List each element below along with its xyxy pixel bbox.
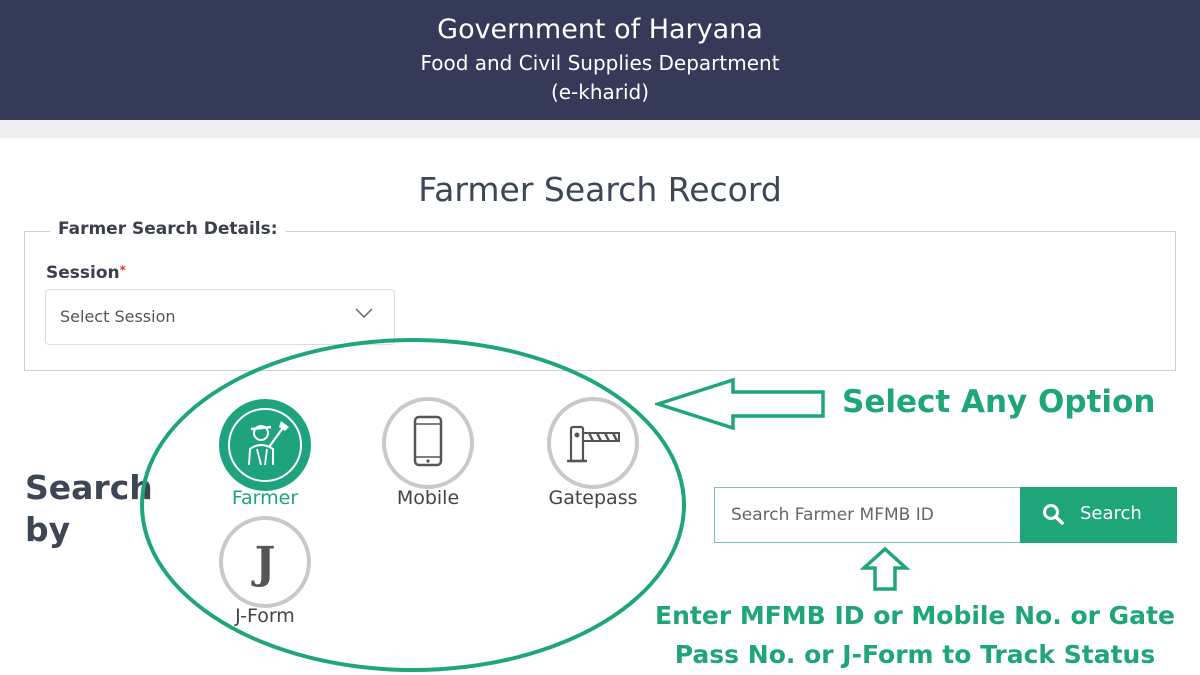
gatepass-option-label[interactable]: Gatepass [523,487,663,509]
session-label: Session* [46,263,126,283]
arrow-up-icon [860,546,910,591]
arrow-left-icon [655,378,825,430]
session-label-text: Session [46,263,120,283]
header-divider [0,120,1200,138]
gate-barrier-icon [567,425,620,463]
site-header: Government of Haryana Food and Civil Sup… [0,0,1200,120]
mobile-option-button[interactable] [382,397,474,489]
mobile-phone-icon [413,415,443,467]
farmer-option-button[interactable] [219,399,311,491]
svg-text:J: J [251,538,276,589]
gatepass-option-button[interactable] [547,397,639,489]
enter-id-line2: Pass No. or J-Form to Track Status [674,640,1156,669]
header-subtitle: (e-kharid) [550,80,650,104]
search-by-label: Search by [25,467,153,551]
j-form-option-label[interactable]: J-Form [195,605,335,627]
search-by-line2: by [25,510,71,549]
select-option-annotation: Select Any Option [842,384,1156,420]
header-department: Food and Civil Supplies Department [420,51,780,75]
farmer-option-label[interactable]: Farmer [195,487,335,509]
search-button[interactable]: Search [1020,487,1177,543]
header-title: Government of Haryana [437,14,763,45]
search-icon [1043,504,1064,525]
j-form-icon: J [251,538,276,589]
enter-id-line1: Enter MFMB ID or Mobile No. or Gate [655,601,1175,630]
j-form-option-button[interactable]: J [219,516,311,608]
search-button-label: Search [1080,503,1142,524]
mobile-option-label[interactable]: Mobile [358,487,498,509]
page-title: Farmer Search Record [418,170,782,209]
session-select-placeholder: Select Session [60,307,176,326]
search-input[interactable] [714,487,1022,543]
farmer-icon [228,408,302,482]
session-select[interactable]: Select Session [45,289,395,345]
chevron-down-icon [355,308,373,319]
enter-id-annotation: Enter MFMB ID or Mobile No. or Gate Pass… [620,596,1200,674]
search-details-legend: Farmer Search Details: [50,219,286,239]
required-mark: * [119,263,126,277]
search-by-line1: Search [25,468,153,507]
